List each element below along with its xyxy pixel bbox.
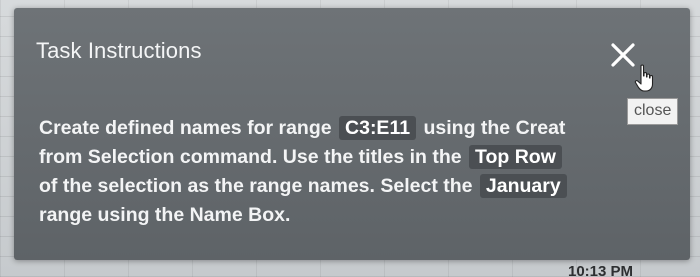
instruction-line-4: range using the Name Box. bbox=[39, 201, 639, 230]
instruction-text-segment: Create defined names for range bbox=[39, 117, 332, 139]
hand-pointer-icon bbox=[634, 64, 656, 94]
task-instructions-dialog: Task Instructions Create defined names f… bbox=[14, 8, 690, 260]
taskbar-clock: 10:13 PM bbox=[568, 263, 634, 277]
close-tooltip: close bbox=[627, 98, 679, 125]
instruction-text-segment: range using the Name Box. bbox=[39, 204, 291, 226]
instruction-text-segment: from Selection command. Use the titles i… bbox=[39, 146, 462, 168]
instruction-line-2: from Selection command. Use the titles i… bbox=[39, 143, 639, 172]
january-chip: January bbox=[479, 174, 567, 198]
dialog-title: Task Instructions bbox=[36, 38, 202, 63]
range-chip-c3-e11: C3:E11 bbox=[339, 116, 417, 140]
top-row-chip: Top Row bbox=[469, 145, 562, 169]
screen: Task Instructions Create defined names f… bbox=[0, 0, 700, 277]
instruction-text: Create defined names for range C3:E11 us… bbox=[39, 114, 639, 230]
instruction-text-segment: of the selection as the range names. Sel… bbox=[39, 175, 473, 197]
instruction-line-1: Create defined names for range C3:E11 us… bbox=[39, 114, 639, 143]
instruction-line-3: of the selection as the range names. Sel… bbox=[39, 172, 639, 201]
instruction-text-segment: using the Creat bbox=[423, 117, 566, 139]
